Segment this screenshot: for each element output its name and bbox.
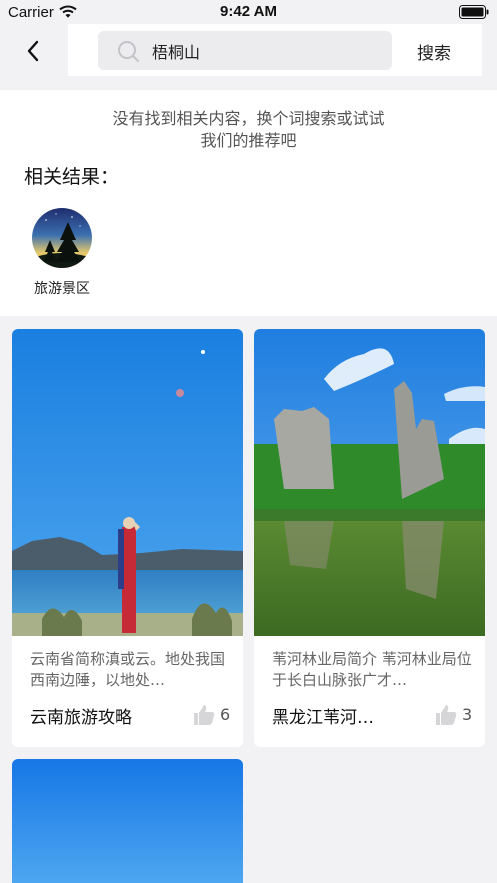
search-input[interactable]	[152, 31, 382, 70]
related-item-label: 旅游景区	[34, 281, 90, 297]
no-result-message: 没有找到相关内容，换个词搜索或试试 我们的推荐吧	[0, 108, 497, 152]
card-image-lake	[12, 329, 243, 636]
card-title: 黑龙江苇河…	[272, 708, 374, 728]
thumbs-up-icon[interactable]	[434, 703, 458, 727]
search-box[interactable]	[98, 31, 392, 70]
like-count: 6	[220, 705, 231, 724]
related-results-title: 相关结果：	[24, 166, 120, 188]
no-result-line-2: 我们的推荐吧	[200, 131, 297, 150]
search-icon	[118, 41, 139, 62]
card-description: 云南省简称滇或云。地处我国西南边陲，以地处…	[30, 650, 226, 689]
card-image-sky	[12, 759, 243, 883]
card-image-stone-forest	[254, 329, 485, 636]
tree-night-landscape-icon	[32, 208, 92, 268]
like-count: 3	[462, 705, 473, 724]
chevron-left-icon	[27, 40, 39, 62]
status-time: 9:42 AM	[220, 3, 277, 20]
search-button[interactable]: 搜索	[402, 32, 466, 70]
search-header: 搜索	[0, 24, 497, 90]
article-card[interactable]: 云南省简称滇或云。地处我国西南边陲，以地处… 云南旅游攻略 6	[12, 329, 243, 747]
back-button[interactable]	[18, 36, 48, 66]
battery-icon	[459, 5, 489, 19]
card-title: 云南旅游攻略	[30, 708, 132, 728]
thumbs-up-icon[interactable]	[192, 703, 216, 727]
no-result-line-1: 没有找到相关内容，换个词搜索或试试	[112, 109, 385, 128]
article-card[interactable]: 苇河林业局简介 苇河林业局位于长白山脉张广才… 黑龙江苇河… 3	[254, 329, 485, 747]
result-panel: 没有找到相关内容，换个词搜索或试试 我们的推荐吧 相关结果： 旅游景区	[0, 90, 497, 316]
article-card[interactable]	[12, 759, 243, 883]
search-panel: 搜索	[68, 24, 482, 76]
card-description: 苇河林业局简介 苇河林业局位于长白山脉张广才…	[272, 650, 472, 689]
status-bar: Carrier 9:42 AM	[0, 0, 497, 24]
